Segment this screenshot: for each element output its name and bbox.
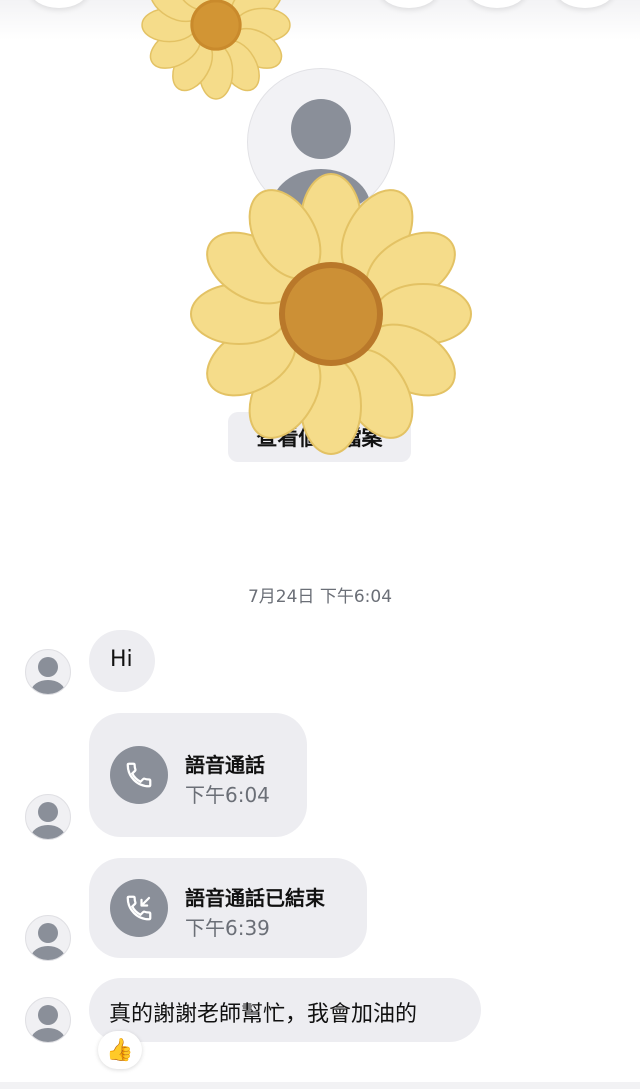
- avatar-body: [31, 680, 65, 694]
- flower-sticker-small: [141, 0, 291, 100]
- composer-edge: [0, 1082, 640, 1089]
- sender-avatar[interactable]: [25, 649, 71, 695]
- message-text: 真的謝謝老師幫忙，我會加油的: [109, 1002, 418, 1027]
- sender-avatar[interactable]: [25, 915, 71, 961]
- call-time: 下午6:04: [185, 783, 270, 807]
- thumbs-up-reaction[interactable]: 👍: [98, 1031, 142, 1069]
- call-title: 語音通話已結束: [185, 886, 325, 910]
- avatar-head: [38, 1005, 58, 1025]
- avatar-head: [38, 802, 58, 822]
- message-bubble[interactable]: 真的謝謝老師幫忙，我會加油的: [89, 978, 481, 1042]
- avatar-head: [291, 99, 351, 159]
- avatar-body: [31, 946, 65, 960]
- message-bubble[interactable]: Hi: [89, 630, 155, 692]
- thumbs-up-icon: 👍: [106, 1037, 134, 1063]
- phone-incoming-ended-icon: [110, 879, 168, 937]
- avatar-head: [38, 923, 58, 943]
- call-time: 下午6:39: [185, 916, 270, 940]
- avatar-body: [31, 825, 65, 839]
- flower-sticker-large: [190, 173, 472, 455]
- call-title: 語音通話: [185, 753, 265, 777]
- phone-icon: [110, 746, 168, 804]
- avatar-head: [38, 657, 58, 677]
- call-bubble[interactable]: 語音通話 下午6:04: [89, 713, 307, 837]
- message-text: Hi: [110, 647, 133, 672]
- avatar-body: [31, 1028, 65, 1042]
- conversation-timestamp: 7月24日 下午6:04: [247, 587, 393, 607]
- sender-avatar[interactable]: [25, 997, 71, 1043]
- sender-avatar[interactable]: [25, 794, 71, 840]
- call-bubble[interactable]: 語音通話已結束 下午6:39: [89, 858, 367, 958]
